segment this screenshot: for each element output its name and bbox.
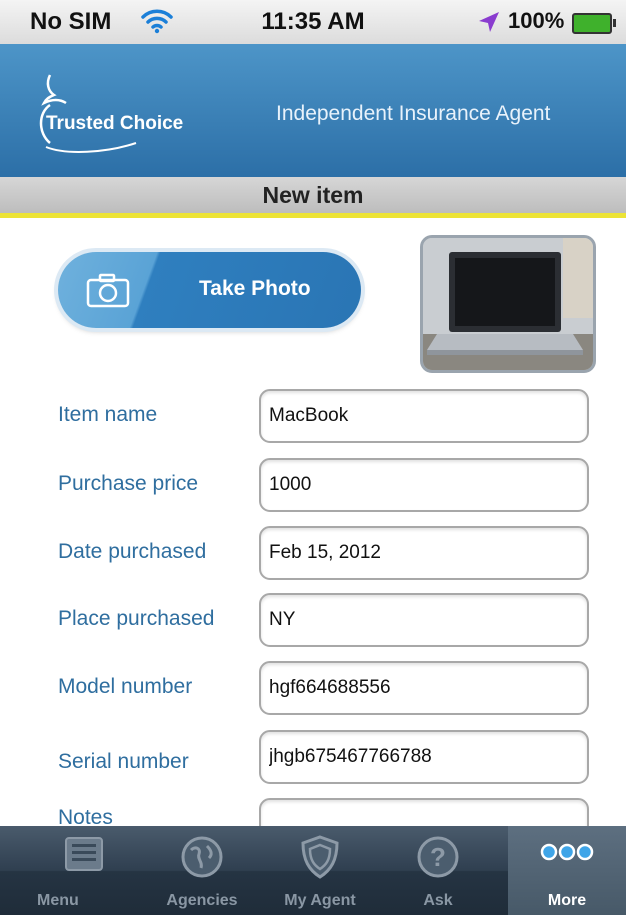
serial-number-label: Serial number xyxy=(58,750,189,773)
tab-bar: Menu Agencies My Agent ? Ask More xyxy=(0,826,626,915)
model-number-label: Model number xyxy=(58,675,193,698)
item-name-row: Item name xyxy=(0,389,626,445)
tab-agencies[interactable]: Agencies xyxy=(143,826,261,915)
battery-icon xyxy=(572,13,616,34)
app-header: Trusted Choice Independent Insurance Age… xyxy=(0,44,626,177)
tab-my-agent[interactable]: My Agent xyxy=(261,826,379,915)
battery-percent: 100% xyxy=(508,8,565,33)
take-photo-label: Take Photo xyxy=(199,277,311,300)
trusted-choice-logo xyxy=(36,69,231,154)
page-title: New item xyxy=(262,182,364,208)
globe-icon xyxy=(143,834,261,885)
place-purchased-row: Place purchased xyxy=(0,593,626,649)
date-purchased-label: Date purchased xyxy=(58,540,207,563)
more-dots-icon xyxy=(508,834,626,875)
page-title-bar: New item xyxy=(0,177,626,218)
tab-menu[interactable]: Menu xyxy=(25,826,143,915)
place-purchased-input[interactable] xyxy=(259,593,589,647)
shield-icon xyxy=(261,834,379,885)
tab-ask-label: Ask xyxy=(423,892,453,909)
status-bar: No SIM 11:35 AM 100% xyxy=(0,0,626,45)
list-icon xyxy=(25,834,143,879)
tab-my-agent-label: My Agent xyxy=(284,892,356,909)
camera-icon xyxy=(86,272,130,313)
serial-number-input[interactable] xyxy=(259,730,589,784)
model-number-input[interactable] xyxy=(259,661,589,715)
take-photo-button[interactable]: Take Photo xyxy=(58,252,361,328)
tab-menu-label: Menu xyxy=(37,892,79,909)
svg-text:?: ? xyxy=(430,842,446,872)
question-icon: ? xyxy=(379,834,497,885)
item-name-label: Item name xyxy=(58,403,158,426)
purchase-price-row: Purchase price xyxy=(0,458,626,514)
app-screen: No SIM 11:35 AM 100% Trusted Choice Inde… xyxy=(0,0,626,915)
tab-ask[interactable]: ? Ask xyxy=(379,826,497,915)
item-name-input[interactable] xyxy=(259,389,589,443)
logo-text: Trusted Choice xyxy=(46,113,184,134)
item-photo-thumbnail[interactable] xyxy=(420,235,596,373)
serial-number-row: Serial number xyxy=(0,730,626,786)
date-purchased-input[interactable] xyxy=(259,526,589,580)
tab-more-label: More xyxy=(547,892,587,909)
date-purchased-row: Date purchased xyxy=(0,526,626,582)
purchase-price-input[interactable] xyxy=(259,458,589,512)
place-purchased-label: Place purchased xyxy=(58,607,215,630)
purchase-price-label: Purchase price xyxy=(58,472,199,495)
tab-agencies-label: Agencies xyxy=(166,892,238,909)
model-number-row: Model number xyxy=(0,661,626,717)
tab-more[interactable]: More xyxy=(508,826,626,915)
location-arrow-icon xyxy=(477,10,501,39)
header-title: Independent Insurance Agent xyxy=(276,102,551,125)
